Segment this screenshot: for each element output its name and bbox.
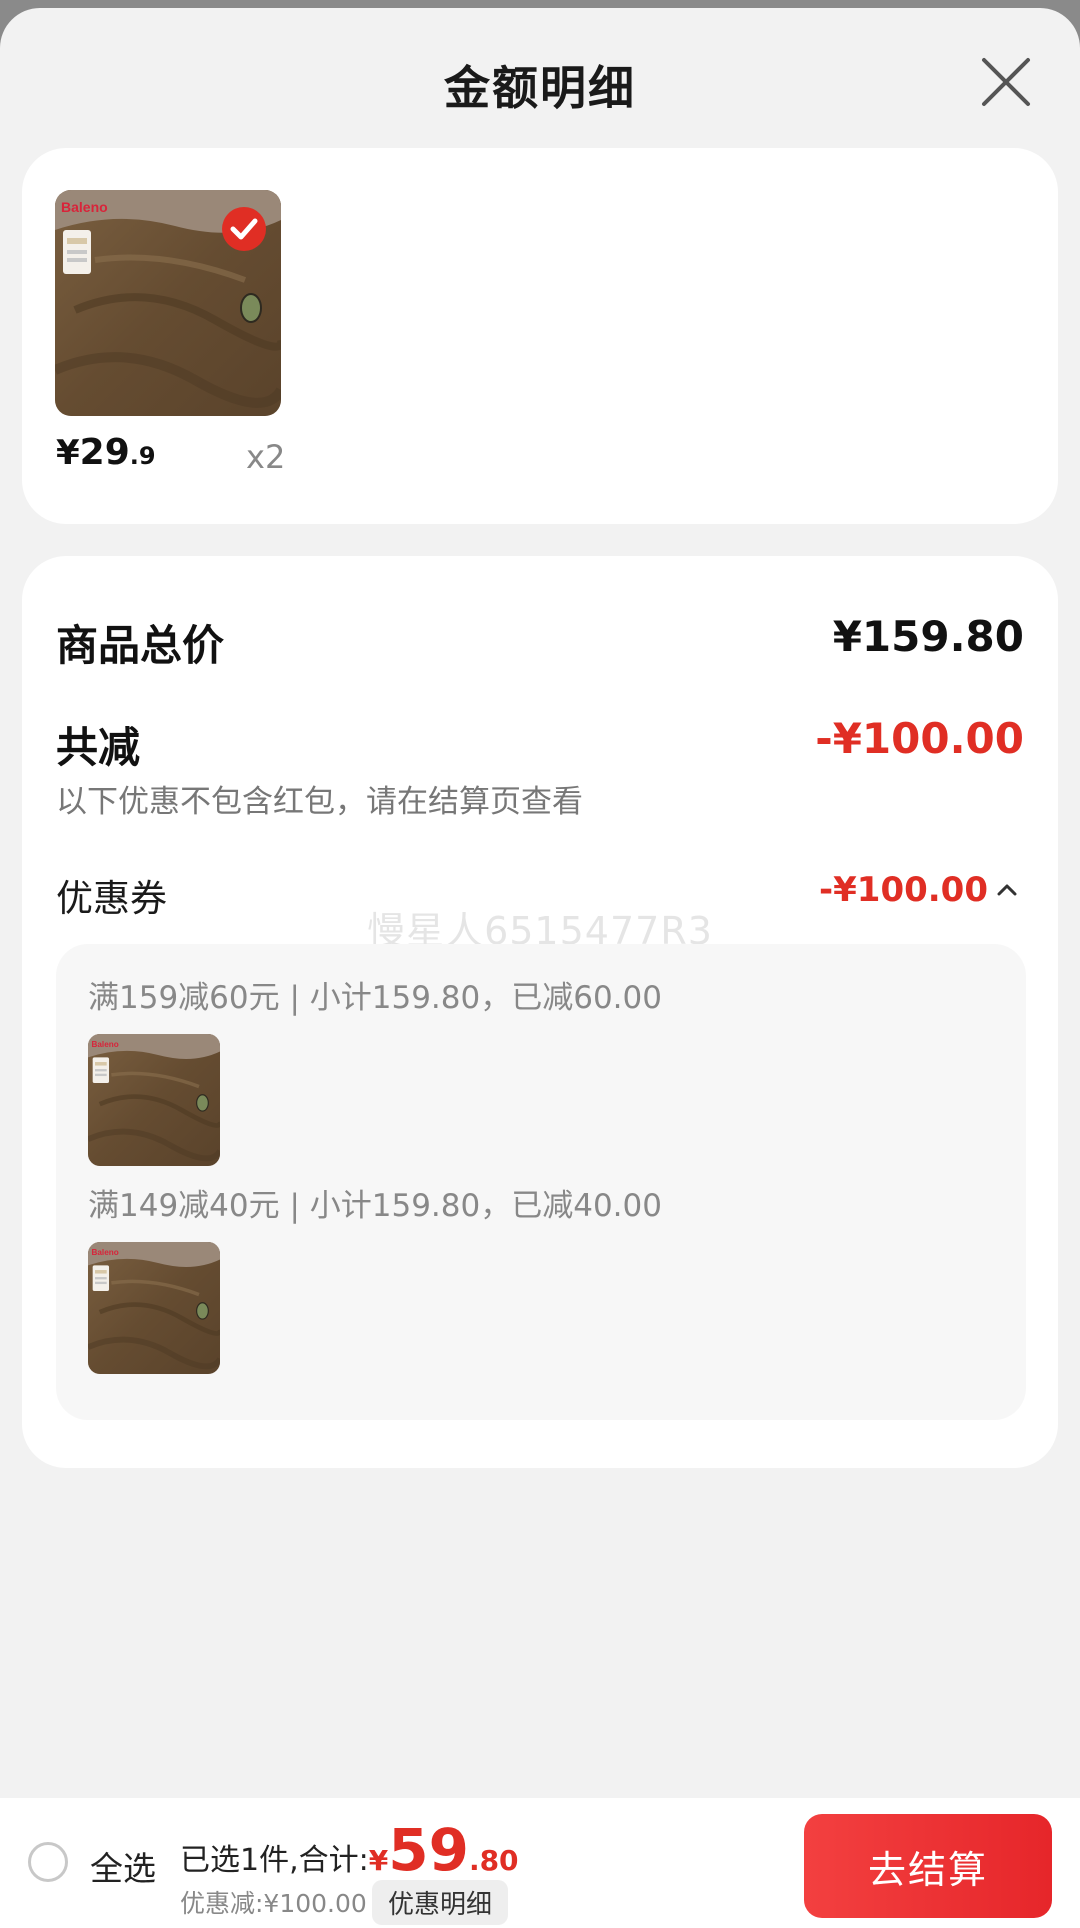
total-integer: 59 (388, 1816, 469, 1884)
product-quantity: x2 (246, 438, 286, 476)
goods-total-value: ¥159.80 (832, 612, 1024, 661)
total-summary: 已选1件,合计:¥59.80 (180, 1816, 519, 1884)
coupon-value: -¥100.00 (819, 870, 988, 910)
discount-detail-button[interactable]: 优惠明细 (372, 1880, 509, 1925)
sheet-title: 金额明细 (444, 61, 636, 115)
price-decimal: .9 (129, 442, 156, 470)
price-summary-card: 商品总价 ¥159.80 共减 -¥100.00 以下优惠不包含红包，请在结算页… (22, 556, 1058, 1468)
close-icon[interactable] (976, 52, 1036, 112)
price-currency: ¥ (56, 433, 80, 473)
reduction-label: 共减 (56, 723, 141, 772)
total-decimal: .80 (468, 1844, 519, 1877)
checked-icon (222, 207, 266, 251)
select-all-radio[interactable] (28, 1842, 68, 1882)
product-image (88, 1242, 220, 1374)
coupon-detail-box: 满159减60元 | 小计159.80，已减60.00 满149减40元 | 小… (56, 944, 1026, 1420)
reduction-note: 以下优惠不包含红包，请在结算页查看 (56, 784, 583, 820)
coupon-label: 优惠券 (56, 877, 167, 920)
coupon-product-thumbnail (88, 1242, 220, 1374)
discount-text: 优惠减:¥100.00 (180, 1889, 367, 1918)
coupon-toggle[interactable]: -¥100.00 (819, 870, 1018, 910)
checkout-bar: 全选 已选1件,合计:¥59.80 优惠减:¥100.00 优惠明细 去结算 (0, 1798, 1080, 1928)
checkout-button[interactable]: 去结算 (804, 1814, 1052, 1918)
product-price: ¥29.9 (56, 432, 156, 473)
product-image (88, 1034, 220, 1166)
coupon-line: 满149减40元 | 小计159.80，已减40.00 (88, 1188, 662, 1224)
price-integer: 29 (79, 432, 130, 473)
amount-detail-sheet: 金额明细 ¥29.9 x2 商品总价 ¥159.80 共减 -¥100.00 以… (0, 8, 1080, 1928)
coupon-line: 满159减60元 | 小计159.80，已减60.00 (88, 980, 662, 1016)
goods-total-label: 商品总价 (56, 621, 225, 670)
chevron-up-icon (997, 884, 1017, 896)
selected-count-text: 已选1件,合计: (180, 1843, 369, 1878)
selected-product-card: ¥29.9 x2 (22, 148, 1058, 524)
total-currency: ¥ (368, 1844, 389, 1877)
reduction-value: -¥100.00 (815, 714, 1024, 763)
select-all-label[interactable]: 全选 (90, 1842, 156, 1890)
product-thumbnail[interactable] (55, 190, 281, 416)
coupon-product-thumbnail (88, 1034, 220, 1166)
